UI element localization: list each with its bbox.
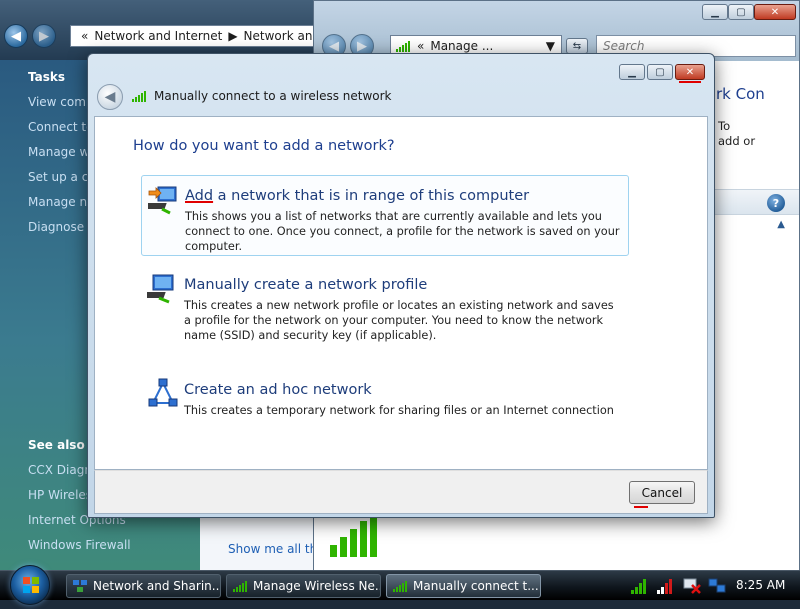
minimize-button[interactable]: ▁ xyxy=(702,4,728,20)
network-center-icon xyxy=(73,580,87,592)
see-also-heading: See also xyxy=(28,438,85,452)
breadcrumb-overflow[interactable]: « xyxy=(81,29,88,43)
option-title-accelerator: Add xyxy=(185,188,214,204)
collapse-chevron-icon[interactable]: ▲ xyxy=(777,219,785,230)
close-button[interactable]: ✕ xyxy=(675,64,705,80)
back-arrow-icon[interactable]: ◀ xyxy=(97,84,123,110)
option-title[interactable]: Create an ad hoc network xyxy=(184,382,372,398)
help-icon[interactable]: ? xyxy=(767,194,785,212)
clock[interactable]: 8:25 AM xyxy=(736,578,785,592)
address-bar[interactable]: « Network and Internet ▶ Network and xyxy=(70,25,320,47)
taskbar-item-label: Manually connect t... xyxy=(413,579,539,593)
taskbar-item-label: Network and Sharin... xyxy=(93,579,221,593)
option-description: This shows you a list of networks that a… xyxy=(185,210,620,253)
network-connected-icon[interactable] xyxy=(708,577,728,595)
back-arrow-icon[interactable]: ◀ xyxy=(4,24,28,48)
description-snippet: add or xyxy=(718,134,756,148)
wireless-signal-icon xyxy=(396,41,410,52)
maximize-button[interactable]: ▢ xyxy=(647,64,673,80)
task-link[interactable]: Connect to xyxy=(28,120,93,134)
option-title[interactable]: Manually create a network profile xyxy=(184,277,427,293)
cancel-button[interactable]: Cancel xyxy=(629,481,695,508)
wireless-signal-icon xyxy=(132,91,146,102)
cancel-accelerator-mark xyxy=(634,506,648,508)
cancel-button-label: Cancel xyxy=(641,485,683,500)
dialog-titlebar: ▁ ▢ ✕ ◀ Manually connect to a wireless n… xyxy=(88,54,714,114)
taskbar-item-manage-wireless[interactable]: Manage Wireless Ne... xyxy=(226,574,381,598)
option-manual-profile[interactable]: Manually create a network profile This c… xyxy=(141,265,629,345)
network-add-arrow-icon xyxy=(148,186,177,215)
manual-connect-dialog: ▁ ▢ ✕ ◀ Manually connect to a wireless n… xyxy=(87,53,715,518)
network-profile-icon xyxy=(147,274,174,304)
breadcrumb-manage[interactable]: Manage ... xyxy=(430,39,493,53)
close-accelerator-mark xyxy=(679,81,701,83)
dialog-footer: Cancel xyxy=(94,470,708,514)
breadcrumb-network-internet[interactable]: Network and Internet xyxy=(94,29,222,43)
maximize-button[interactable]: ▢ xyxy=(728,4,754,20)
breadcrumb-network-center[interactable]: Network and xyxy=(244,29,319,43)
page-title-snippet: rk Con xyxy=(716,85,765,103)
option-description: This creates a temporary network for sha… xyxy=(184,404,614,417)
wireless-signal-icon xyxy=(233,581,247,592)
task-link[interactable]: View comp xyxy=(28,95,94,109)
description-snippet: To xyxy=(718,119,731,133)
see-also-link[interactable]: HP Wireles xyxy=(28,488,92,502)
dialog-body: How do you want to add a network? Add a … xyxy=(94,116,708,470)
tasks-heading: Tasks xyxy=(28,70,66,84)
windows-logo-icon xyxy=(23,577,39,593)
taskbar-item-manual-connect[interactable]: Manually connect t... xyxy=(386,574,541,598)
signal-strength-red-icon[interactable] xyxy=(656,577,676,595)
refresh-icon[interactable]: ⇆ xyxy=(566,38,588,54)
close-button[interactable]: ✕ xyxy=(754,4,796,20)
breadcrumb-overflow[interactable]: « xyxy=(417,39,424,53)
see-also-link[interactable]: CCX Diagn xyxy=(28,463,92,477)
ad-hoc-network-icon xyxy=(148,378,178,407)
taskbar-item-network-center[interactable]: Network and Sharin... xyxy=(66,574,221,598)
dialog-title: Manually connect to a wireless network xyxy=(154,89,392,103)
show-all-link[interactable]: Show me all th xyxy=(228,542,317,556)
option-ad-hoc-network[interactable]: Create an ad hoc network This creates a … xyxy=(141,370,629,430)
task-link[interactable]: Set up a co xyxy=(28,170,96,184)
start-button[interactable] xyxy=(10,565,50,605)
breadcrumb-separator: ▶ xyxy=(228,29,238,43)
minimize-button[interactable]: ▁ xyxy=(619,64,645,80)
chevron-down-icon[interactable]: ▼ xyxy=(546,39,555,53)
system-tray xyxy=(630,571,728,601)
see-also-link[interactable]: Windows Firewall xyxy=(28,538,131,552)
taskbar-item-label: Manage Wireless Ne... xyxy=(253,579,381,593)
option-description: This creates a new network profile or lo… xyxy=(184,299,614,342)
task-link[interactable]: Manage wi xyxy=(28,145,93,159)
signal-strength-green-icon[interactable] xyxy=(630,577,650,595)
dialog-heading: How do you want to add a network? xyxy=(133,138,395,154)
wireless-signal-icon xyxy=(393,581,407,592)
option-title-rest: a network that is in range of this compu… xyxy=(213,188,530,204)
forward-arrow-icon[interactable]: ▶ xyxy=(32,24,56,48)
task-link[interactable]: Manage ne xyxy=(28,195,94,209)
option-add-network-in-range[interactable]: Add a network that is in range of this c… xyxy=(141,175,629,256)
network-disconnected-icon[interactable] xyxy=(682,577,702,595)
task-link[interactable]: Diagnose a xyxy=(28,220,95,234)
window-titlebar: ▁ ▢ ✕ ◀ ▶ « Manage ... ▼ ⇆ Search xyxy=(314,1,799,61)
option-title[interactable]: Add a network that is in range of this c… xyxy=(185,188,529,204)
taskbar: Network and Sharin... Manage Wireless Ne… xyxy=(0,565,800,605)
